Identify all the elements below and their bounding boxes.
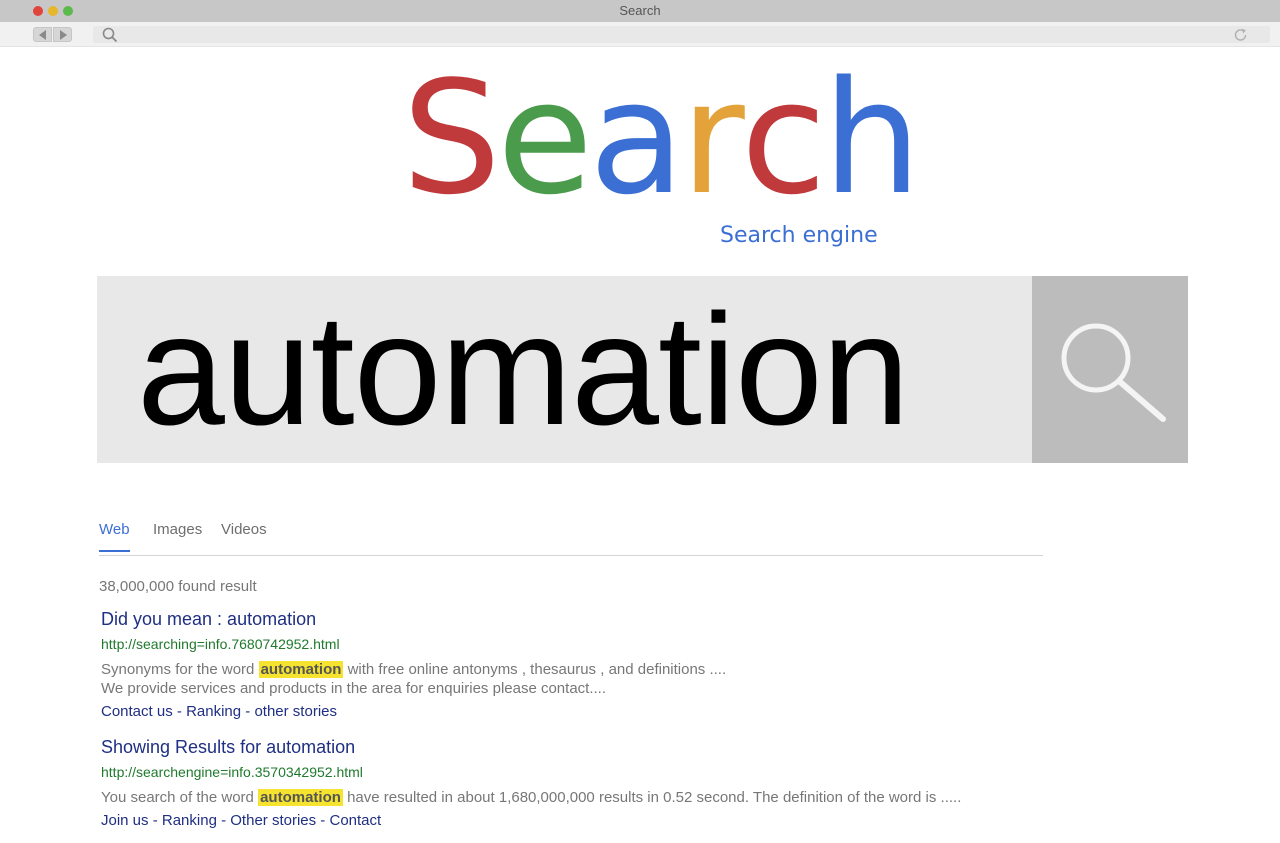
logo-letter-r: r — [680, 47, 745, 229]
search-result: Showing Results for automation http://se… — [101, 736, 1101, 830]
result-count: 38,000,000 found result — [99, 578, 257, 595]
result-link[interactable]: Ranking — [186, 703, 241, 720]
logo-letter-c: c — [740, 47, 827, 229]
link-separator: - — [172, 703, 187, 720]
back-arrow-icon — [39, 30, 46, 40]
window-title: Search — [619, 3, 661, 18]
result-link[interactable]: Contact — [329, 812, 381, 829]
logo-letter-e: e — [497, 47, 593, 229]
logo-subtitle: Search engine — [720, 223, 878, 248]
result-url[interactable]: http://searching=info.7680742952.html — [101, 635, 1101, 653]
magnifier-icon — [1061, 323, 1166, 422]
snippet-text: have resulted in about 1,680,000,000 res… — [347, 789, 962, 806]
forward-arrow-icon — [60, 30, 67, 40]
result-link[interactable]: Join us — [101, 812, 149, 829]
tab-web[interactable]: Web — [99, 521, 130, 552]
result-link[interactable]: Ranking — [162, 812, 217, 829]
search-query-text: automation — [137, 282, 910, 458]
link-separator: - — [241, 703, 255, 720]
result-tabs: Web Images Videos — [99, 521, 1043, 556]
link-separator: - — [148, 812, 162, 829]
back-button[interactable] — [33, 27, 52, 42]
result-snippet: Synonyms for the word automation with fr… — [101, 660, 1101, 698]
logo-letter-h: h — [822, 47, 922, 229]
forward-button[interactable] — [53, 27, 72, 42]
snippet-highlight: automation — [258, 789, 343, 806]
search-button[interactable] — [1032, 276, 1188, 463]
tab-videos[interactable]: Videos — [221, 521, 267, 550]
search-result: Did you mean : automation http://searchi… — [101, 608, 1101, 721]
window-titlebar: Search — [0, 0, 1280, 22]
search-logo: Search — [402, 47, 921, 229]
search-icon — [102, 27, 118, 43]
link-separator: - — [216, 812, 231, 829]
result-link[interactable]: other stories — [254, 703, 337, 720]
address-bar[interactable] — [93, 26, 1270, 43]
result-links: Join us - Ranking - Other stories - Cont… — [101, 811, 1101, 830]
result-snippet: You search of the word automation have r… — [101, 788, 1101, 807]
snippet-text: You search of the word — [101, 789, 254, 806]
result-url[interactable]: http://searchengine=info.3570342952.html — [101, 763, 1101, 781]
link-separator: - — [316, 812, 330, 829]
snippet-text: We provide services and products in the … — [101, 680, 606, 697]
result-title[interactable]: Showing Results for automation — [101, 736, 1101, 758]
result-link[interactable]: Other stories — [230, 812, 316, 829]
logo-letter-s: S — [402, 47, 501, 229]
snippet-highlight: automation — [258, 661, 344, 678]
snippet-text: Synonyms for the word — [101, 661, 255, 678]
logo-letter-a: a — [589, 47, 685, 229]
result-links: Contact us - Ranking - other stories — [101, 702, 1101, 721]
result-link[interactable]: Contact us — [101, 703, 173, 720]
tabs-divider — [99, 555, 1043, 556]
search-input[interactable]: automation — [97, 276, 1032, 463]
snippet-text: with free online antonyms , thesaurus , … — [347, 661, 727, 678]
browser-toolbar — [0, 22, 1280, 47]
reload-icon[interactable] — [1233, 27, 1249, 43]
tab-images[interactable]: Images — [153, 521, 202, 550]
result-title[interactable]: Did you mean : automation — [101, 608, 1101, 630]
